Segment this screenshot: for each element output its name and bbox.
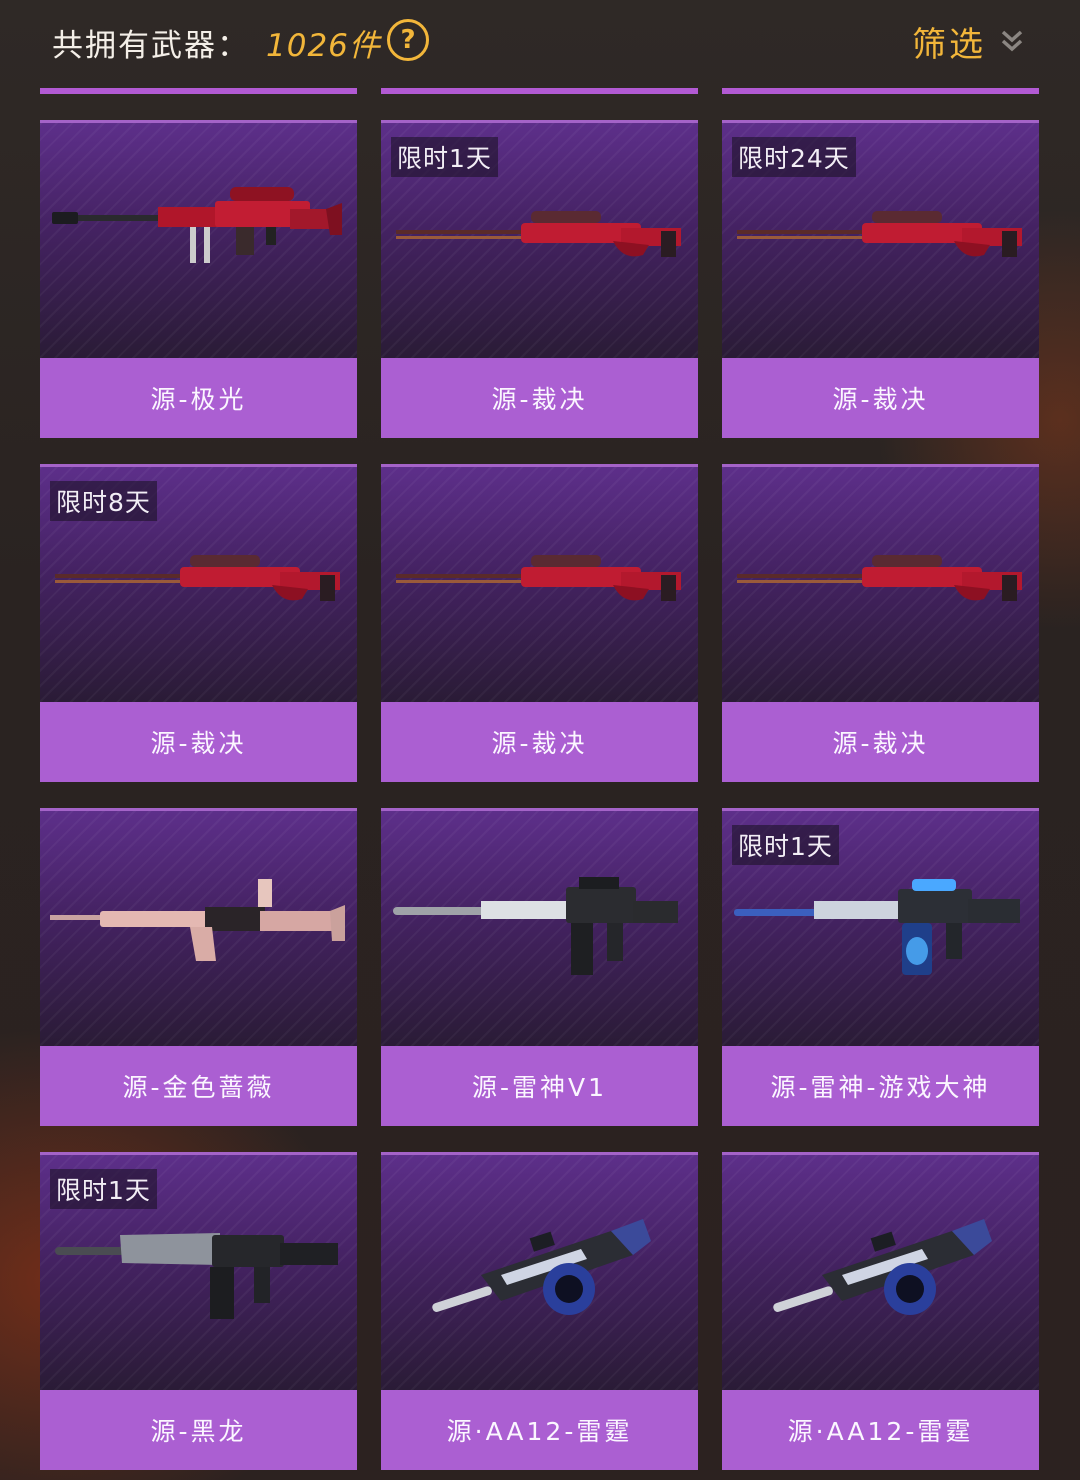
weapon-image-panel — [381, 808, 698, 1046]
column-top-bar — [722, 88, 1039, 94]
weapon-card[interactable]: 限时24天 源-裁决 — [722, 120, 1039, 438]
weapon-card[interactable]: 限时1天 源-裁决 — [381, 120, 698, 438]
weapon-name: 源-金色蔷薇 — [40, 1046, 357, 1126]
weapon-card[interactable]: 限时1天 源-黑龙 — [40, 1152, 357, 1470]
time-limit-badge: 限时8天 — [50, 481, 157, 521]
help-symbol: ? — [400, 25, 416, 55]
weapon-image-panel — [40, 120, 357, 358]
weapon-count-value: 1026件 — [266, 28, 381, 64]
time-limit-badge: 限时1天 — [50, 1169, 157, 1209]
weapon-name: 源-裁决 — [381, 702, 698, 782]
weapon-image-panel: 限时1天 — [40, 1152, 357, 1390]
weapon-name: 源-裁决 — [722, 358, 1039, 438]
weapon-image-panel: 限时1天 — [381, 120, 698, 358]
weapon-name: 源-黑龙 — [40, 1390, 357, 1470]
weapon-name: 源-裁决 — [40, 702, 357, 782]
weapon-name: 源-裁决 — [722, 702, 1039, 782]
double-chevron-down-icon — [1001, 30, 1023, 52]
weapon-name: 源-雷神-游戏大神 — [722, 1046, 1039, 1126]
weapon-card[interactable]: 源-裁决 — [381, 464, 698, 782]
weapon-image-panel: 限时8天 — [40, 464, 357, 702]
weapon-name: 源·AA12-雷霆 — [381, 1390, 698, 1470]
weapon-card[interactable]: 源-雷神V1 — [381, 808, 698, 1126]
filter-button[interactable]: 筛选 — [912, 18, 1024, 65]
weapon-image-panel — [381, 464, 698, 702]
weapon-image-panel — [722, 464, 1039, 702]
weapon-image-panel: 限时1天 — [722, 808, 1039, 1046]
weapon-card[interactable]: 限时8天 源-裁决 — [40, 464, 357, 782]
filter-label: 筛选 — [912, 24, 986, 65]
time-limit-badge: 限时24天 — [732, 137, 856, 177]
weapon-count-label: 共拥有武器： — [52, 28, 250, 64]
weapon-card[interactable]: 源·AA12-雷霆 — [722, 1152, 1039, 1470]
weapon-card[interactable]: 源·AA12-雷霆 — [381, 1152, 698, 1470]
weapon-name: 源·AA12-雷霆 — [722, 1390, 1039, 1470]
weapon-card[interactable]: 源-金色蔷薇 — [40, 808, 357, 1126]
weapon-card[interactable]: 限时1天 源-雷神-游戏大神 — [722, 808, 1039, 1126]
help-icon[interactable]: ? — [387, 19, 429, 61]
weapon-name: 源-雷神V1 — [381, 1046, 698, 1126]
weapon-image-panel: 限时24天 — [722, 120, 1039, 358]
weapon-card[interactable]: 源-极光 — [40, 120, 357, 438]
weapon-name: 源-极光 — [40, 358, 357, 438]
time-limit-badge: 限时1天 — [732, 825, 839, 865]
weapon-name: 源-裁决 — [381, 358, 698, 438]
weapon-image-panel — [381, 1152, 698, 1390]
weapon-image-panel — [722, 1152, 1039, 1390]
header: 共拥有武器： 1026件 ? 筛选 — [0, 0, 1080, 85]
weapon-image-panel — [40, 808, 357, 1046]
column-top-bar — [381, 88, 698, 94]
time-limit-badge: 限时1天 — [391, 137, 498, 177]
weapon-card[interactable]: 源-裁决 — [722, 464, 1039, 782]
column-top-bar — [40, 88, 357, 94]
